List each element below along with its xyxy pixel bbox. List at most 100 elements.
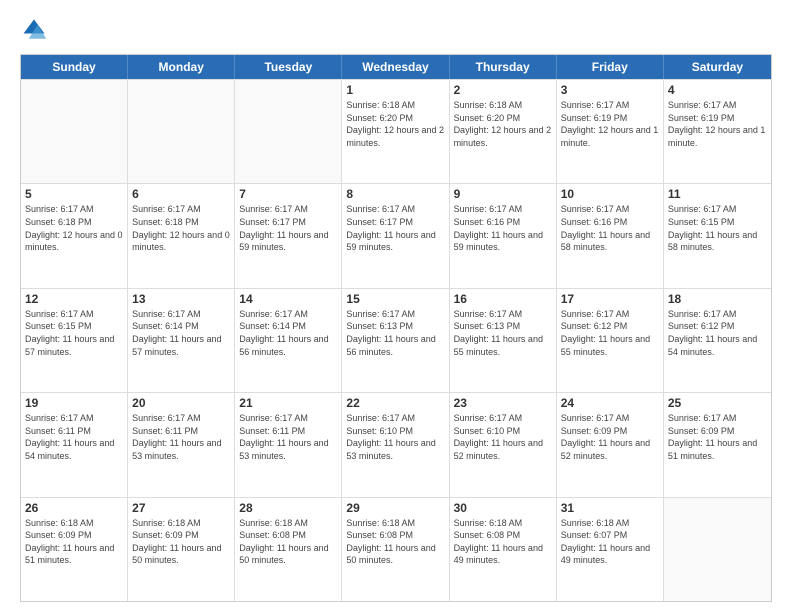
calendar-cell: 24Sunrise: 6:17 AM Sunset: 6:09 PM Dayli… [557,393,664,496]
day-info: Sunrise: 6:17 AM Sunset: 6:11 PM Dayligh… [25,412,123,462]
day-info: Sunrise: 6:17 AM Sunset: 6:10 PM Dayligh… [346,412,444,462]
day-info: Sunrise: 6:18 AM Sunset: 6:08 PM Dayligh… [239,517,337,567]
day-info: Sunrise: 6:17 AM Sunset: 6:12 PM Dayligh… [561,308,659,358]
calendar-cell: 20 Sunrise: 6:17 AM Sunset: 6:11 PM Dayli… [128,393,235,496]
calendar-cell [21,80,128,183]
calendar-cell: 16 Sunrise: 6:17 AM Sunset: 6:13 PM Dayli… [450,289,557,392]
day-number: 27 [132,501,230,515]
day-info: Sunrise: 6:17 AM Sunset: 6:17 PM Dayligh… [239,203,337,253]
calendar-week-row: 12 Sunrise: 6:17 AM Sunset: 6:15 PM Dayli… [21,288,771,392]
cal-header-cell: Friday [557,55,664,79]
calendar-cell: 25 Sunrise: 6:17 AM Sunset: 6:09 PM Dayli… [664,393,771,496]
logo-icon [20,16,48,44]
day-info: Sunrise: 6:17 AM Sunset: 6:16 PM Dayligh… [454,203,552,253]
day-info: Sunrise: 6:17 AM Sunset: 6:16 PM Dayligh… [561,203,659,253]
day-info: Sunrise: 6:18 AM Sunset: 6:20 PM Dayligh… [346,99,444,149]
cal-header-cell: Wednesday [342,55,449,79]
day-number: 28 [239,501,337,515]
day-number: 1 [346,83,444,97]
day-number: 31 [561,501,659,515]
calendar-cell: 11 Sunrise: 6:17 AM Sunset: 6:15 PM Dayli… [664,184,771,287]
day-info: Sunrise: 6:17 AM Sunset: 6:09 PM Dayligh… [561,412,659,462]
day-number: 26 [25,501,123,515]
cal-header-cell: Saturday [664,55,771,79]
header [20,16,772,44]
calendar-cell: 22 Sunrise: 6:17 AM Sunset: 6:10 PM Dayli… [342,393,449,496]
calendar-cell: 4 Sunrise: 6:17 AM Sunset: 6:19 PM Daylig… [664,80,771,183]
calendar-cell [664,498,771,601]
day-number: 16 [454,292,552,306]
calendar-cell: 27 Sunrise: 6:18 AM Sunset: 6:09 PM Dayli… [128,498,235,601]
day-info: Sunrise: 6:18 AM Sunset: 6:08 PM Dayligh… [454,517,552,567]
day-info: Sunrise: 6:18 AM Sunset: 6:20 PM Dayligh… [454,99,552,149]
calendar-cell [235,80,342,183]
calendar-cell: 1 Sunrise: 6:18 AM Sunset: 6:20 PM Daylig… [342,80,449,183]
day-number: 20 [132,396,230,410]
day-info: Sunrise: 6:17 AM Sunset: 6:13 PM Dayligh… [454,308,552,358]
cal-header-cell: Monday [128,55,235,79]
calendar-cell: 10Sunrise: 6:17 AM Sunset: 6:16 PM Dayli… [557,184,664,287]
calendar-cell: 13 Sunrise: 6:17 AM Sunset: 6:14 PM Dayli… [128,289,235,392]
day-number: 25 [668,396,767,410]
calendar-cell: 31 Sunrise: 6:18 AM Sunset: 6:07 PM Dayli… [557,498,664,601]
day-number: 12 [25,292,123,306]
cal-header-cell: Tuesday [235,55,342,79]
calendar-cell: 17Sunrise: 6:17 AM Sunset: 6:12 PM Dayli… [557,289,664,392]
day-number: 4 [668,83,767,97]
calendar-cell: 6Sunrise: 6:17 AM Sunset: 6:18 PM Daylig… [128,184,235,287]
day-info: Sunrise: 6:17 AM Sunset: 6:15 PM Dayligh… [25,308,123,358]
calendar-cell: 15 Sunrise: 6:17 AM Sunset: 6:13 PM Dayli… [342,289,449,392]
day-number: 14 [239,292,337,306]
day-info: Sunrise: 6:17 AM Sunset: 6:14 PM Dayligh… [132,308,230,358]
day-number: 18 [668,292,767,306]
calendar-cell: 2 Sunrise: 6:18 AM Sunset: 6:20 PM Daylig… [450,80,557,183]
day-number: 2 [454,83,552,97]
calendar-week-row: 5 Sunrise: 6:17 AM Sunset: 6:18 PM Daylig… [21,183,771,287]
day-info: Sunrise: 6:17 AM Sunset: 6:09 PM Dayligh… [668,412,767,462]
day-info: Sunrise: 6:18 AM Sunset: 6:09 PM Dayligh… [132,517,230,567]
day-number: 13 [132,292,230,306]
day-info: Sunrise: 6:17 AM Sunset: 6:11 PM Dayligh… [239,412,337,462]
day-number: 22 [346,396,444,410]
day-info: Sunrise: 6:17 AM Sunset: 6:17 PM Dayligh… [346,203,444,253]
day-info: Sunrise: 6:17 AM Sunset: 6:18 PM Dayligh… [25,203,123,253]
day-number: 5 [25,187,123,201]
calendar: SundayMondayTuesdayWednesdayThursdayFrid… [20,54,772,602]
calendar-body: 1 Sunrise: 6:18 AM Sunset: 6:20 PM Daylig… [21,79,771,601]
day-info: Sunrise: 6:17 AM Sunset: 6:13 PM Dayligh… [346,308,444,358]
page: SundayMondayTuesdayWednesdayThursdayFrid… [0,0,792,612]
calendar-cell [128,80,235,183]
cal-header-cell: Sunday [21,55,128,79]
calendar-cell: 8Sunrise: 6:17 AM Sunset: 6:17 PM Daylig… [342,184,449,287]
logo [20,16,52,44]
day-number: 6 [132,187,230,201]
calendar-cell: 29 Sunrise: 6:18 AM Sunset: 6:08 PM Dayli… [342,498,449,601]
day-number: 23 [454,396,552,410]
day-number: 11 [668,187,767,201]
calendar-cell: 23 Sunrise: 6:17 AM Sunset: 6:10 PM Dayli… [450,393,557,496]
day-info: Sunrise: 6:17 AM Sunset: 6:10 PM Dayligh… [454,412,552,462]
cal-header-cell: Thursday [450,55,557,79]
calendar-week-row: 1 Sunrise: 6:18 AM Sunset: 6:20 PM Daylig… [21,79,771,183]
calendar-cell: 3Sunrise: 6:17 AM Sunset: 6:19 PM Daylig… [557,80,664,183]
calendar-cell: 19Sunrise: 6:17 AM Sunset: 6:11 PM Dayli… [21,393,128,496]
day-info: Sunrise: 6:17 AM Sunset: 6:15 PM Dayligh… [668,203,767,253]
calendar-cell: 7 Sunrise: 6:17 AM Sunset: 6:17 PM Daylig… [235,184,342,287]
day-number: 30 [454,501,552,515]
calendar-cell: 30 Sunrise: 6:18 AM Sunset: 6:08 PM Dayli… [450,498,557,601]
day-info: Sunrise: 6:18 AM Sunset: 6:08 PM Dayligh… [346,517,444,567]
calendar-cell: 21Sunrise: 6:17 AM Sunset: 6:11 PM Dayli… [235,393,342,496]
day-number: 9 [454,187,552,201]
day-number: 7 [239,187,337,201]
calendar-cell: 18 Sunrise: 6:17 AM Sunset: 6:12 PM Dayli… [664,289,771,392]
day-number: 29 [346,501,444,515]
calendar-cell: 14Sunrise: 6:17 AM Sunset: 6:14 PM Dayli… [235,289,342,392]
day-info: Sunrise: 6:17 AM Sunset: 6:11 PM Dayligh… [132,412,230,462]
day-info: Sunrise: 6:17 AM Sunset: 6:12 PM Dayligh… [668,308,767,358]
day-number: 15 [346,292,444,306]
day-info: Sunrise: 6:17 AM Sunset: 6:19 PM Dayligh… [668,99,767,149]
day-number: 3 [561,83,659,97]
calendar-cell: 26Sunrise: 6:18 AM Sunset: 6:09 PM Dayli… [21,498,128,601]
day-info: Sunrise: 6:18 AM Sunset: 6:07 PM Dayligh… [561,517,659,567]
calendar-cell: 12 Sunrise: 6:17 AM Sunset: 6:15 PM Dayli… [21,289,128,392]
